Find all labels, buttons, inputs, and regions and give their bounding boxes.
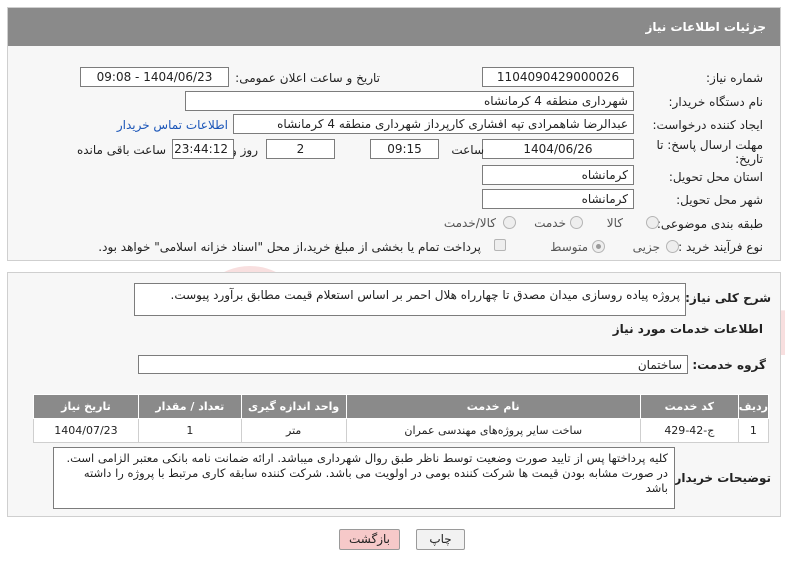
days-label: روز و: [231, 143, 258, 157]
creator-field[interactable]: عبدالرضا شاهمرادی تپه افشاری کارپرداز شه…: [233, 114, 634, 134]
buyer-org-field[interactable]: شهرداری منطقه 4 کرمانشاه: [185, 91, 634, 111]
category-radio-goods[interactable]: [646, 216, 659, 229]
col-need-date: تاریخ نیاز: [33, 394, 139, 419]
cell-unit: متر: [240, 418, 347, 443]
deadline-time-label: ساعت: [451, 143, 484, 157]
process-option-minor: جزیی: [632, 240, 660, 254]
print-button[interactable]: چاپ: [416, 529, 465, 550]
province-field[interactable]: کرمانشاه: [482, 165, 634, 185]
days-remaining-field[interactable]: 2: [266, 139, 335, 159]
deadline-label: مهلت ارسال پاسخ: تا تاریخ:: [656, 138, 763, 166]
cell-service-name: ساخت سایر پروژه‌های مهندسی عمران: [345, 418, 641, 443]
col-service-code: کد خدمت: [639, 394, 739, 419]
services-section-title: اطلاعات خدمات مورد نیاز: [612, 322, 763, 336]
col-row: ردیف: [737, 394, 770, 419]
deadline-date-field[interactable]: 1404/06/26: [482, 139, 634, 159]
need-number-field[interactable]: 1104090429000026: [482, 67, 634, 87]
time-remaining-field[interactable]: 23:44:12: [172, 139, 234, 159]
table-header-row: ردیف کد خدمت نام خدمت واحد اندازه گیری ت…: [33, 394, 770, 419]
cell-quantity: 1: [137, 418, 242, 443]
buyer-contact-link[interactable]: اطلاعات تماس خریدار: [117, 118, 228, 132]
category-option-service: خدمت: [534, 216, 566, 230]
process-label: نوع فرآیند خرید :: [678, 240, 763, 254]
category-radio-goods-service[interactable]: [503, 216, 516, 229]
announce-field[interactable]: 1404/06/23 - 09:08: [80, 67, 229, 87]
city-field[interactable]: کرمانشاه: [482, 189, 634, 209]
need-number-label: شماره نیاز:: [706, 71, 763, 85]
service-group-field[interactable]: ساختمان: [138, 355, 688, 374]
description-label: شرح کلی نیاز:: [685, 291, 771, 305]
creator-label: ایجاد کننده درخواست:: [652, 118, 763, 132]
back-button[interactable]: بازگشت: [339, 529, 400, 550]
buyer-org-label: نام دستگاه خریدار:: [668, 95, 764, 109]
category-label: طبقه بندی موضوعی:: [656, 217, 763, 231]
col-unit: واحد اندازه گیری: [240, 394, 347, 419]
process-radio-medium[interactable]: [592, 240, 605, 253]
description-field[interactable]: پروژه پیاده روسازی میدان مصدق تا چهارراه…: [134, 283, 686, 316]
cell-service-code: ج-42-429: [639, 418, 739, 443]
process-radio-minor[interactable]: [666, 240, 679, 253]
col-service-name: نام خدمت: [345, 394, 641, 419]
services-table: ردیف کد خدمت نام خدمت واحد اندازه گیری ت…: [33, 394, 770, 443]
announce-label: تاریخ و ساعت اعلان عمومی:: [235, 71, 380, 85]
table-row[interactable]: 1 ج-42-429 ساخت سایر پروژه‌های مهندسی عم…: [33, 418, 770, 443]
buyer-notes-label: توضیحات خریدار:: [669, 471, 771, 485]
category-radio-service[interactable]: [570, 216, 583, 229]
city-label: شهر محل تحویل:: [676, 193, 763, 207]
cell-need-date: 1404/07/23: [33, 418, 139, 443]
treasury-payment-checkbox[interactable]: [494, 239, 506, 251]
remaining-label: ساعت باقی مانده: [76, 143, 166, 157]
buyer-notes-field[interactable]: کلیه پرداختها پس از تایید صورت وضعیت توس…: [53, 447, 675, 509]
cell-row: 1: [737, 418, 770, 443]
process-option-medium: متوسط: [550, 240, 588, 254]
category-option-goods-service: کالا/خدمت: [443, 216, 496, 230]
province-label: استان محل تحویل:: [668, 170, 763, 184]
service-group-label: گروه خدمت:: [692, 358, 766, 372]
category-option-goods: کالا: [606, 216, 623, 230]
treasury-payment-text: پرداخت تمام یا بخشی از مبلغ خرید،از محل …: [98, 240, 481, 254]
col-quantity: تعداد / مقدار: [137, 394, 242, 419]
panel-title: جزئیات اطلاعات نیاز: [8, 8, 780, 46]
deadline-time-field[interactable]: 09:15: [370, 139, 439, 159]
